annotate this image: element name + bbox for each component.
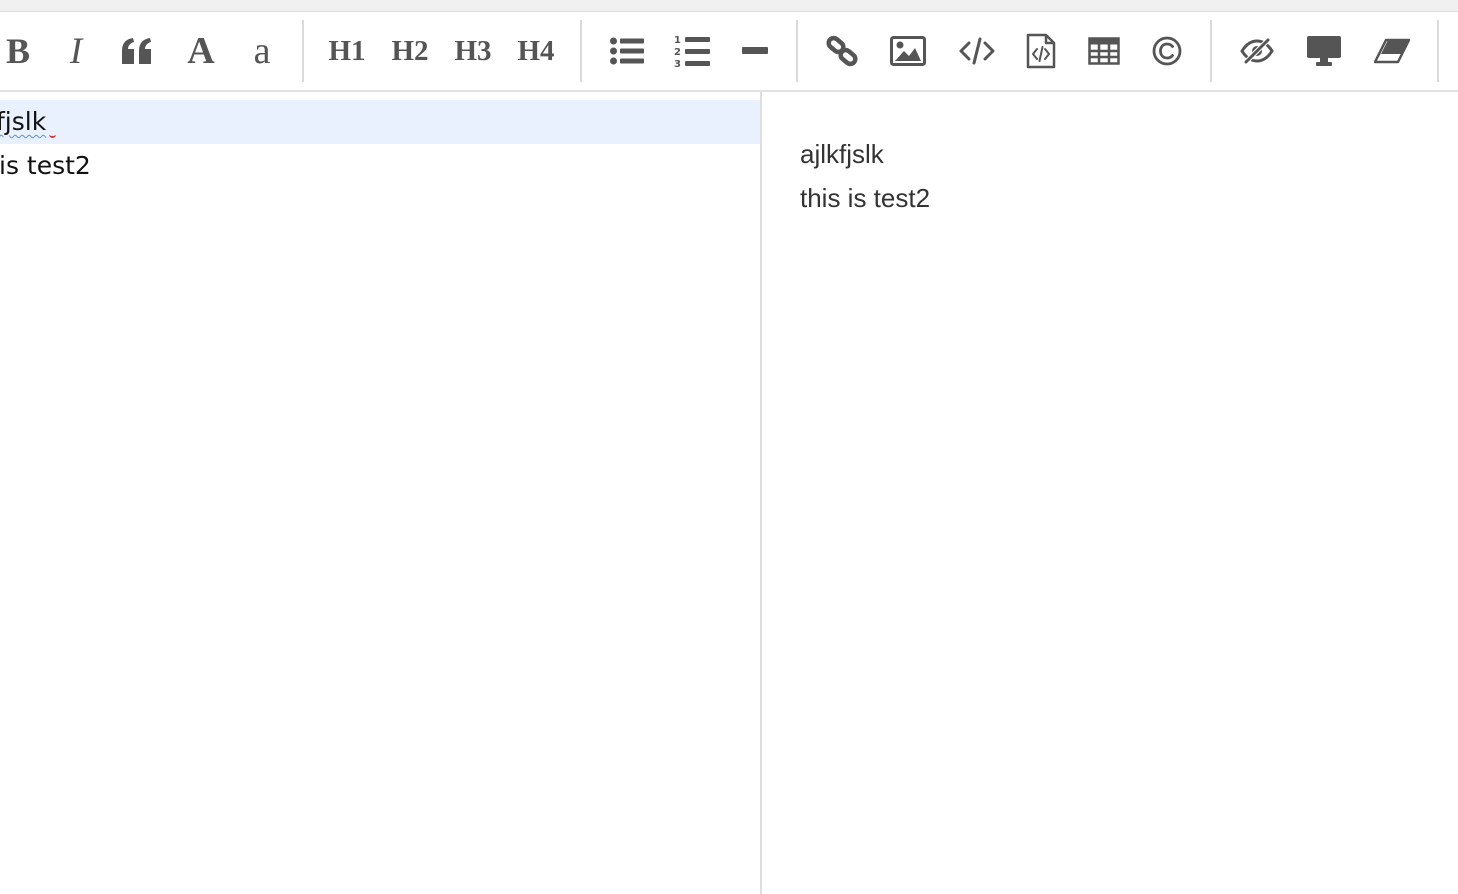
link-button[interactable]: [818, 30, 866, 72]
unordered-list-icon: [610, 37, 644, 65]
unordered-list-button[interactable]: [603, 30, 651, 72]
editor-line-text: fjslk: [0, 107, 47, 136]
code-icon: [959, 37, 995, 65]
fullscreen-button[interactable]: [1300, 30, 1348, 72]
ordered-list-button[interactable]: 1 2 3: [668, 30, 716, 72]
lowercase-label: a: [253, 30, 271, 72]
preview-toggle-icon: [1240, 38, 1274, 64]
svg-text:2: 2: [674, 47, 681, 58]
markdown-preview: ajlkfjslk this is test2: [760, 92, 1458, 894]
image-button[interactable]: [884, 30, 932, 72]
preview-paragraph: ajlkfjslk: [800, 139, 884, 169]
heading-1-button[interactable]: H1: [323, 30, 371, 72]
h4-label: H4: [517, 34, 555, 67]
toolbar-separator: [302, 20, 304, 82]
spellcheck-underline: [49, 133, 56, 138]
table-icon: [1088, 37, 1120, 65]
svg-text:1: 1: [674, 35, 681, 46]
toolbar-separator: [1437, 20, 1439, 82]
code-file-icon: [1026, 33, 1056, 69]
editor-line[interactable]: fjslk: [0, 100, 760, 144]
heading-2-button[interactable]: H2: [386, 30, 434, 72]
window-top-strip: [0, 0, 1458, 12]
editor-line-text: is test2: [0, 151, 91, 180]
bold-button[interactable]: B: [0, 30, 42, 72]
image-icon: [890, 36, 926, 66]
italic-label: I: [69, 30, 83, 72]
editor-line[interactable]: is test2: [0, 144, 760, 188]
eraser-icon: [1374, 38, 1410, 64]
fullscreen-desktop-icon: [1307, 36, 1341, 66]
lowercase-button[interactable]: a: [238, 30, 286, 72]
preview-paragraph: this is test2: [800, 183, 931, 213]
heading-3-button[interactable]: H3: [449, 30, 497, 72]
h2-label: H2: [391, 34, 429, 67]
h1-label: H1: [328, 34, 366, 67]
quote-button[interactable]: [113, 30, 161, 72]
toolbar-separator: [580, 20, 582, 82]
copyright-icon: [1152, 36, 1182, 66]
preview-toggle-button[interactable]: [1233, 30, 1281, 72]
h3-label: H3: [454, 34, 492, 67]
svg-text:3: 3: [674, 59, 681, 68]
ordered-list-icon: 1 2 3: [674, 35, 710, 68]
bold-label: B: [5, 31, 30, 71]
copyright-button[interactable]: [1143, 30, 1191, 72]
uppercase-button[interactable]: A: [177, 30, 225, 72]
toolbar-separator: [796, 20, 798, 82]
uppercase-label: A: [187, 30, 215, 72]
markdown-editor[interactable]: fjslk is test2: [0, 92, 760, 894]
table-button[interactable]: [1080, 30, 1128, 72]
toolbar-separator: [1210, 20, 1212, 82]
editor-toolbar: B I A a H1 H2 H3 H4 1 2 3: [0, 12, 1458, 92]
clear-formatting-button[interactable]: [1368, 30, 1416, 72]
horizontal-rule-icon: [742, 47, 768, 54]
horizontal-rule-button[interactable]: [731, 30, 779, 72]
heading-4-button[interactable]: H4: [512, 30, 560, 72]
italic-button[interactable]: I: [52, 30, 100, 72]
code-block-button[interactable]: [1017, 30, 1065, 72]
code-button[interactable]: [953, 30, 1001, 72]
quote-icon: [122, 38, 151, 64]
link-icon: [826, 35, 858, 67]
